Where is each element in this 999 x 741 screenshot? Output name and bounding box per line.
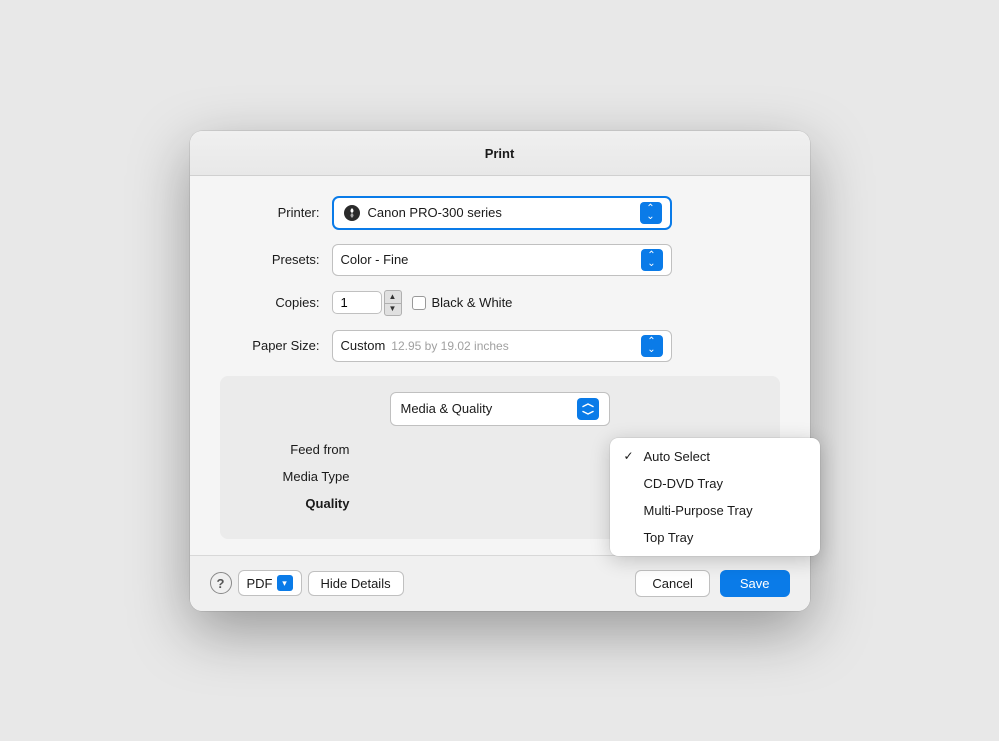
dropdown-item-multi-purpose[interactable]: Multi-Purpose Tray — [610, 497, 820, 524]
dropdown-item-cd-dvd[interactable]: CD-DVD Tray — [610, 470, 820, 497]
section-select-label: Media & Quality — [401, 401, 493, 416]
paper-size-select[interactable]: Custom 12.95 by 19.02 inches — [332, 330, 672, 362]
hide-details-button[interactable]: Hide Details — [308, 571, 404, 596]
dialog-title: Print — [485, 146, 515, 161]
printer-select[interactable]: Canon PRO-300 series — [332, 196, 672, 230]
dropdown-menu: Auto Select CD-DVD Tray Multi-Purpose Tr… — [610, 438, 820, 556]
pdf-chevron-icon: ▾ — [277, 575, 293, 591]
dropdown-item-label: Top Tray — [644, 530, 694, 545]
media-type-label: Media Type — [240, 469, 350, 484]
presets-value: Color - Fine — [341, 252, 409, 267]
dialog-body: Printer: Canon PRO-300 series Pres — [190, 176, 810, 539]
paper-size-dimensions: 12.95 by 19.02 inches — [391, 339, 508, 353]
dropdown-item-label: Auto Select — [644, 449, 711, 464]
copies-decrement-button[interactable]: ▼ — [384, 303, 402, 316]
section-chevron-icon — [577, 398, 599, 420]
copies-row: Copies: ▲ ▼ Black & White — [220, 290, 780, 316]
dialog-footer: ? PDF ▾ Hide Details Cancel Save — [190, 555, 810, 611]
paper-size-chevron-icon — [641, 335, 663, 357]
quality-label: Quality — [240, 496, 350, 511]
dropdown-item-auto-select[interactable]: Auto Select — [610, 443, 820, 470]
cancel-button[interactable]: Cancel — [635, 570, 709, 597]
printer-value: Canon PRO-300 series — [368, 205, 502, 220]
copies-increment-button[interactable]: ▲ — [384, 290, 402, 303]
print-dialog: Print Printer: Canon PRO-300 series — [190, 131, 810, 611]
printer-row: Printer: Canon PRO-300 series — [220, 196, 780, 230]
presets-label: Presets: — [220, 252, 320, 267]
copies-input[interactable] — [332, 291, 382, 314]
section-select[interactable]: Media & Quality — [390, 392, 610, 426]
dropdown-item-label: CD-DVD Tray — [644, 476, 723, 491]
pdf-label: PDF — [247, 576, 273, 591]
printer-select-content: Canon PRO-300 series — [342, 203, 640, 223]
printer-icon — [342, 203, 362, 223]
printer-chevron-icon — [640, 202, 662, 224]
help-button[interactable]: ? — [210, 572, 232, 594]
paper-size-value: Custom — [341, 338, 386, 353]
save-button[interactable]: Save — [720, 570, 790, 597]
presets-select[interactable]: Color - Fine — [332, 244, 672, 276]
paper-size-label: Paper Size: — [220, 338, 320, 353]
pdf-button[interactable]: PDF ▾ — [238, 570, 302, 596]
black-white-checkbox[interactable] — [412, 296, 426, 310]
footer-right: Cancel Save — [635, 570, 789, 597]
dialog-titlebar: Print — [190, 131, 810, 176]
section-panel: Media & Quality Feed from Media Type — [220, 376, 780, 539]
presets-row: Presets: Color - Fine — [220, 244, 780, 276]
black-white-label: Black & White — [432, 295, 513, 310]
paper-size-text: Custom 12.95 by 19.02 inches — [341, 338, 509, 353]
printer-label: Printer: — [220, 205, 320, 220]
presets-chevron-icon — [641, 249, 663, 271]
dropdown-item-top-tray[interactable]: Top Tray — [610, 524, 820, 551]
copies-label: Copies: — [220, 295, 320, 310]
footer-left: ? PDF ▾ Hide Details — [210, 570, 404, 596]
section-dropdown-row: Media & Quality — [240, 392, 760, 426]
feed-from-label: Feed from — [240, 442, 350, 457]
paper-size-row: Paper Size: Custom 12.95 by 19.02 inches — [220, 330, 780, 362]
dropdown-item-label: Multi-Purpose Tray — [644, 503, 753, 518]
copies-stepper: ▲ ▼ — [384, 290, 402, 316]
